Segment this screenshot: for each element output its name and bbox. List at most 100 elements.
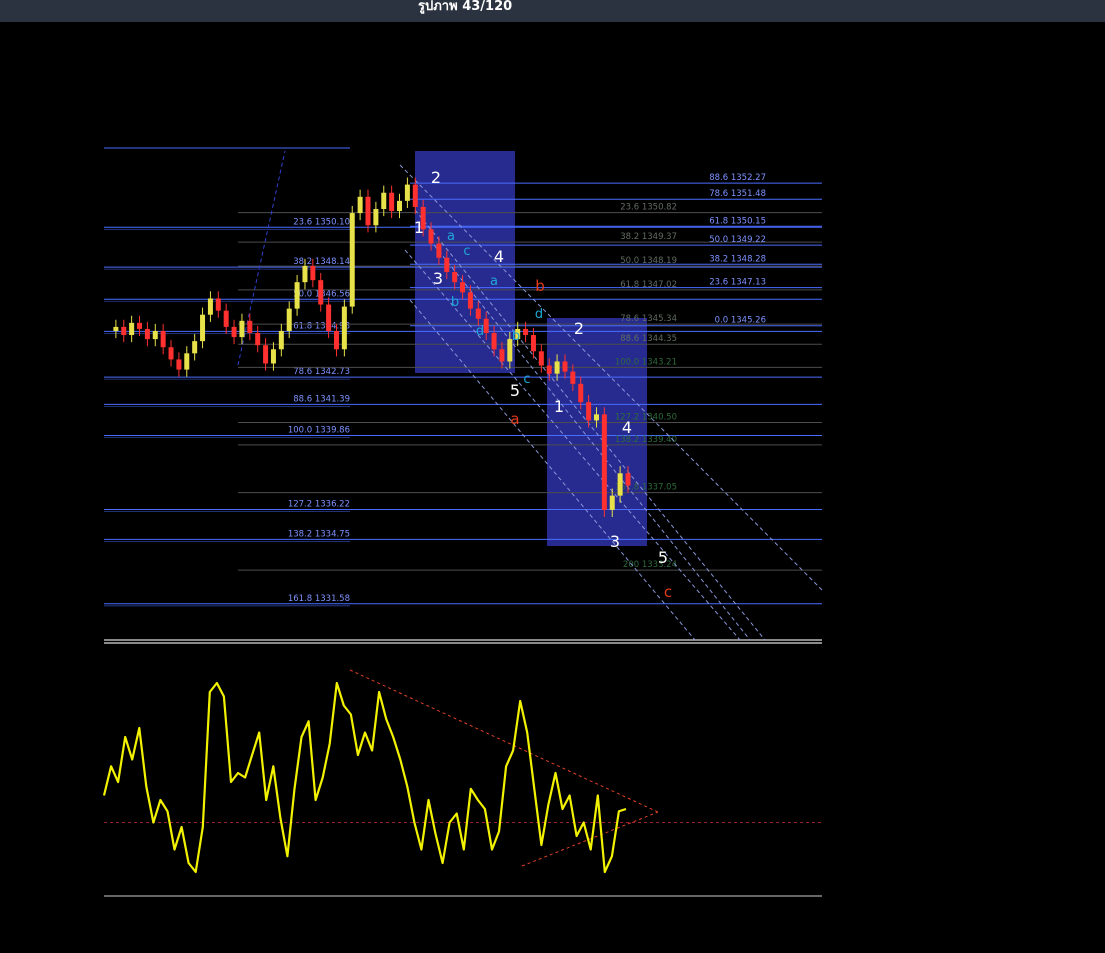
fib-label-middle: 61.8 1347.02: [620, 280, 677, 290]
subwave-label: a: [490, 274, 498, 289]
fib-label-left: 100.0 1339.86: [288, 425, 350, 435]
candle-body: [278, 330, 284, 350]
correction-label: c: [664, 583, 672, 601]
candle-body: [215, 298, 221, 311]
candle-body: [452, 272, 458, 283]
candle-body: [381, 192, 387, 209]
candle-body: [373, 208, 379, 226]
wave-label: 5: [510, 381, 520, 400]
oscillator-line: [102, 681, 627, 874]
candle-body: [263, 345, 269, 364]
candle-body: [318, 280, 324, 305]
wave-label: 4: [494, 247, 504, 266]
candle-body: [239, 320, 245, 338]
candle-body: [176, 359, 182, 370]
subwave-label: d: [476, 324, 484, 339]
candle-body: [200, 314, 206, 342]
candle-body: [538, 351, 544, 366]
fib-label-right: 0.0 1345.26: [715, 316, 766, 326]
candle-body: [412, 184, 418, 207]
candle-body: [404, 184, 410, 201]
wave-label: 2: [431, 168, 441, 187]
candle-body: [436, 243, 442, 258]
fib-label-right: 88.6 1352.27: [709, 173, 766, 183]
candle-body: [357, 196, 363, 214]
candle-body: [570, 371, 576, 384]
fib-label-right: 50.0 1349.22: [709, 235, 766, 245]
fib-label-left: 61.8 1344.98: [293, 321, 350, 331]
fib-label-middle: 161.8 1337.05: [615, 483, 677, 493]
fib-label-middle: 200 1333.24: [623, 560, 677, 570]
candle-body: [247, 320, 253, 334]
wave-label: 3: [610, 532, 620, 551]
candle-body: [554, 361, 560, 374]
candle-body: [389, 192, 395, 212]
candle-body: [586, 402, 592, 421]
subwave-label: c: [523, 372, 530, 387]
chart-canvas: 23.6 1350.1038.2 1348.1450.0 1346.5661.8…: [102, 147, 823, 897]
wave-label: 1: [554, 397, 564, 416]
candle-body: [302, 265, 308, 283]
wave-label: 4: [622, 418, 632, 437]
fib-label-middle: 38.2 1349.37: [620, 232, 677, 242]
candle-body: [530, 335, 536, 352]
candle-body: [160, 330, 166, 348]
candle-body: [460, 282, 466, 293]
candle-body: [601, 414, 607, 510]
candle-body: [625, 473, 631, 486]
fib-label-middle: 100.0 1343.21: [615, 357, 677, 367]
fib-label-middle: 23.6 1350.82: [620, 203, 677, 213]
subwave-label: b: [451, 295, 459, 310]
oscillator-panel: [102, 669, 822, 897]
candle-body: [341, 306, 347, 350]
subwave-label: b: [512, 329, 520, 344]
candle-body: [593, 414, 599, 421]
candle-body: [609, 495, 615, 510]
candle-body: [349, 213, 355, 307]
candle-body: [152, 330, 158, 340]
fib-label-left: 161.8 1331.58: [288, 594, 350, 604]
subwave-label: a: [447, 229, 455, 244]
candle-body: [137, 322, 143, 329]
candle-body: [562, 361, 568, 372]
fib-label-left: 23.6 1350.10: [293, 217, 350, 227]
candle-body: [310, 265, 316, 281]
fib-label-right: 78.6 1351.48: [709, 189, 766, 199]
candle-body: [255, 333, 261, 346]
candle-body: [365, 196, 371, 226]
candle-body: [231, 326, 237, 338]
fib-label-left: 78.6 1342.73: [293, 367, 350, 377]
candle-body: [333, 330, 339, 350]
candle-body: [286, 308, 292, 331]
candle-body: [294, 282, 300, 309]
wave-label: 3: [433, 269, 443, 288]
candle-body: [523, 328, 529, 336]
candle-body: [617, 473, 623, 496]
wave-label: 1: [414, 218, 424, 237]
fib-label-right: 61.8 1350.15: [709, 216, 766, 226]
candle-body: [207, 298, 213, 315]
candle-body: [397, 200, 403, 212]
candle-body: [326, 304, 332, 331]
fib-label-left: 127.2 1336.22: [288, 499, 350, 509]
fib-label-middle: 78.6 1345.34: [620, 314, 677, 324]
candle-body: [121, 326, 127, 336]
fib-label-right: 38.2 1348.28: [709, 254, 766, 264]
fib-label-left: 138.2 1334.75: [288, 529, 350, 539]
candle-body: [483, 318, 489, 334]
candle-body: [192, 341, 198, 354]
candle-body: [223, 310, 229, 327]
candle-body: [499, 349, 505, 362]
correction-label: a: [510, 410, 519, 428]
fib-label-right: 23.6 1347.13: [709, 278, 766, 288]
candle-body: [546, 365, 552, 374]
subwave-label: c: [463, 244, 470, 259]
fib-label-middle: 88.6 1344.35: [620, 334, 677, 344]
candle-body: [444, 257, 450, 273]
fib-label-left: 88.6 1341.39: [293, 394, 350, 404]
wave-label: 5: [658, 548, 668, 567]
candle-body: [475, 308, 481, 319]
candle-body: [270, 349, 276, 364]
subwave-label: d: [535, 307, 543, 322]
candle-body: [184, 353, 190, 370]
